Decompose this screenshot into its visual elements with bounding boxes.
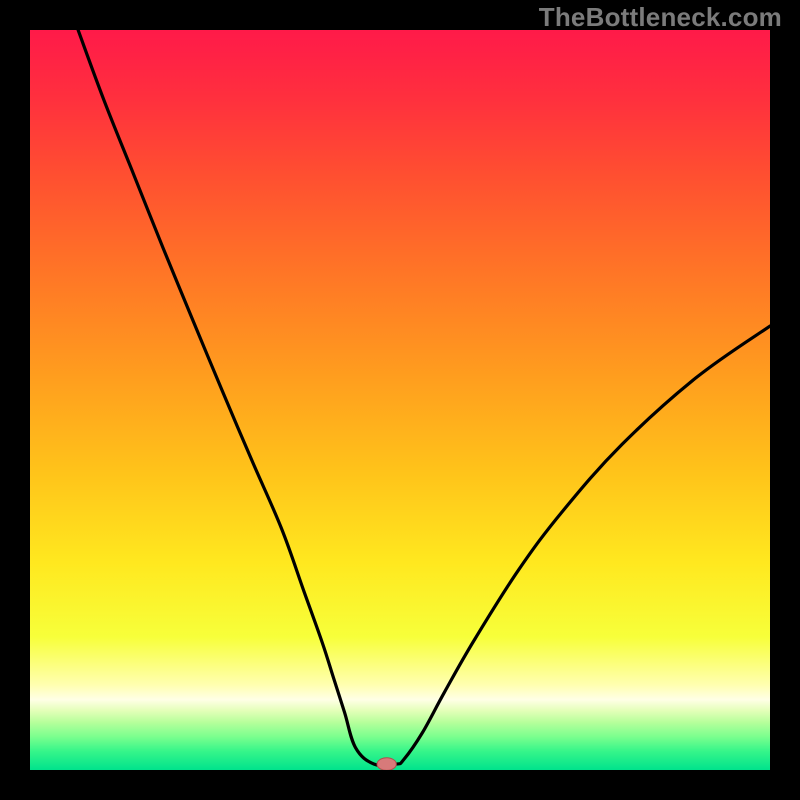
optimum-marker <box>377 758 396 770</box>
outer-frame: { "watermark": "TheBottleneck.com", "col… <box>0 0 800 800</box>
bottleneck-chart <box>30 30 770 770</box>
gradient-background <box>30 30 770 770</box>
watermark-text: TheBottleneck.com <box>539 2 782 33</box>
